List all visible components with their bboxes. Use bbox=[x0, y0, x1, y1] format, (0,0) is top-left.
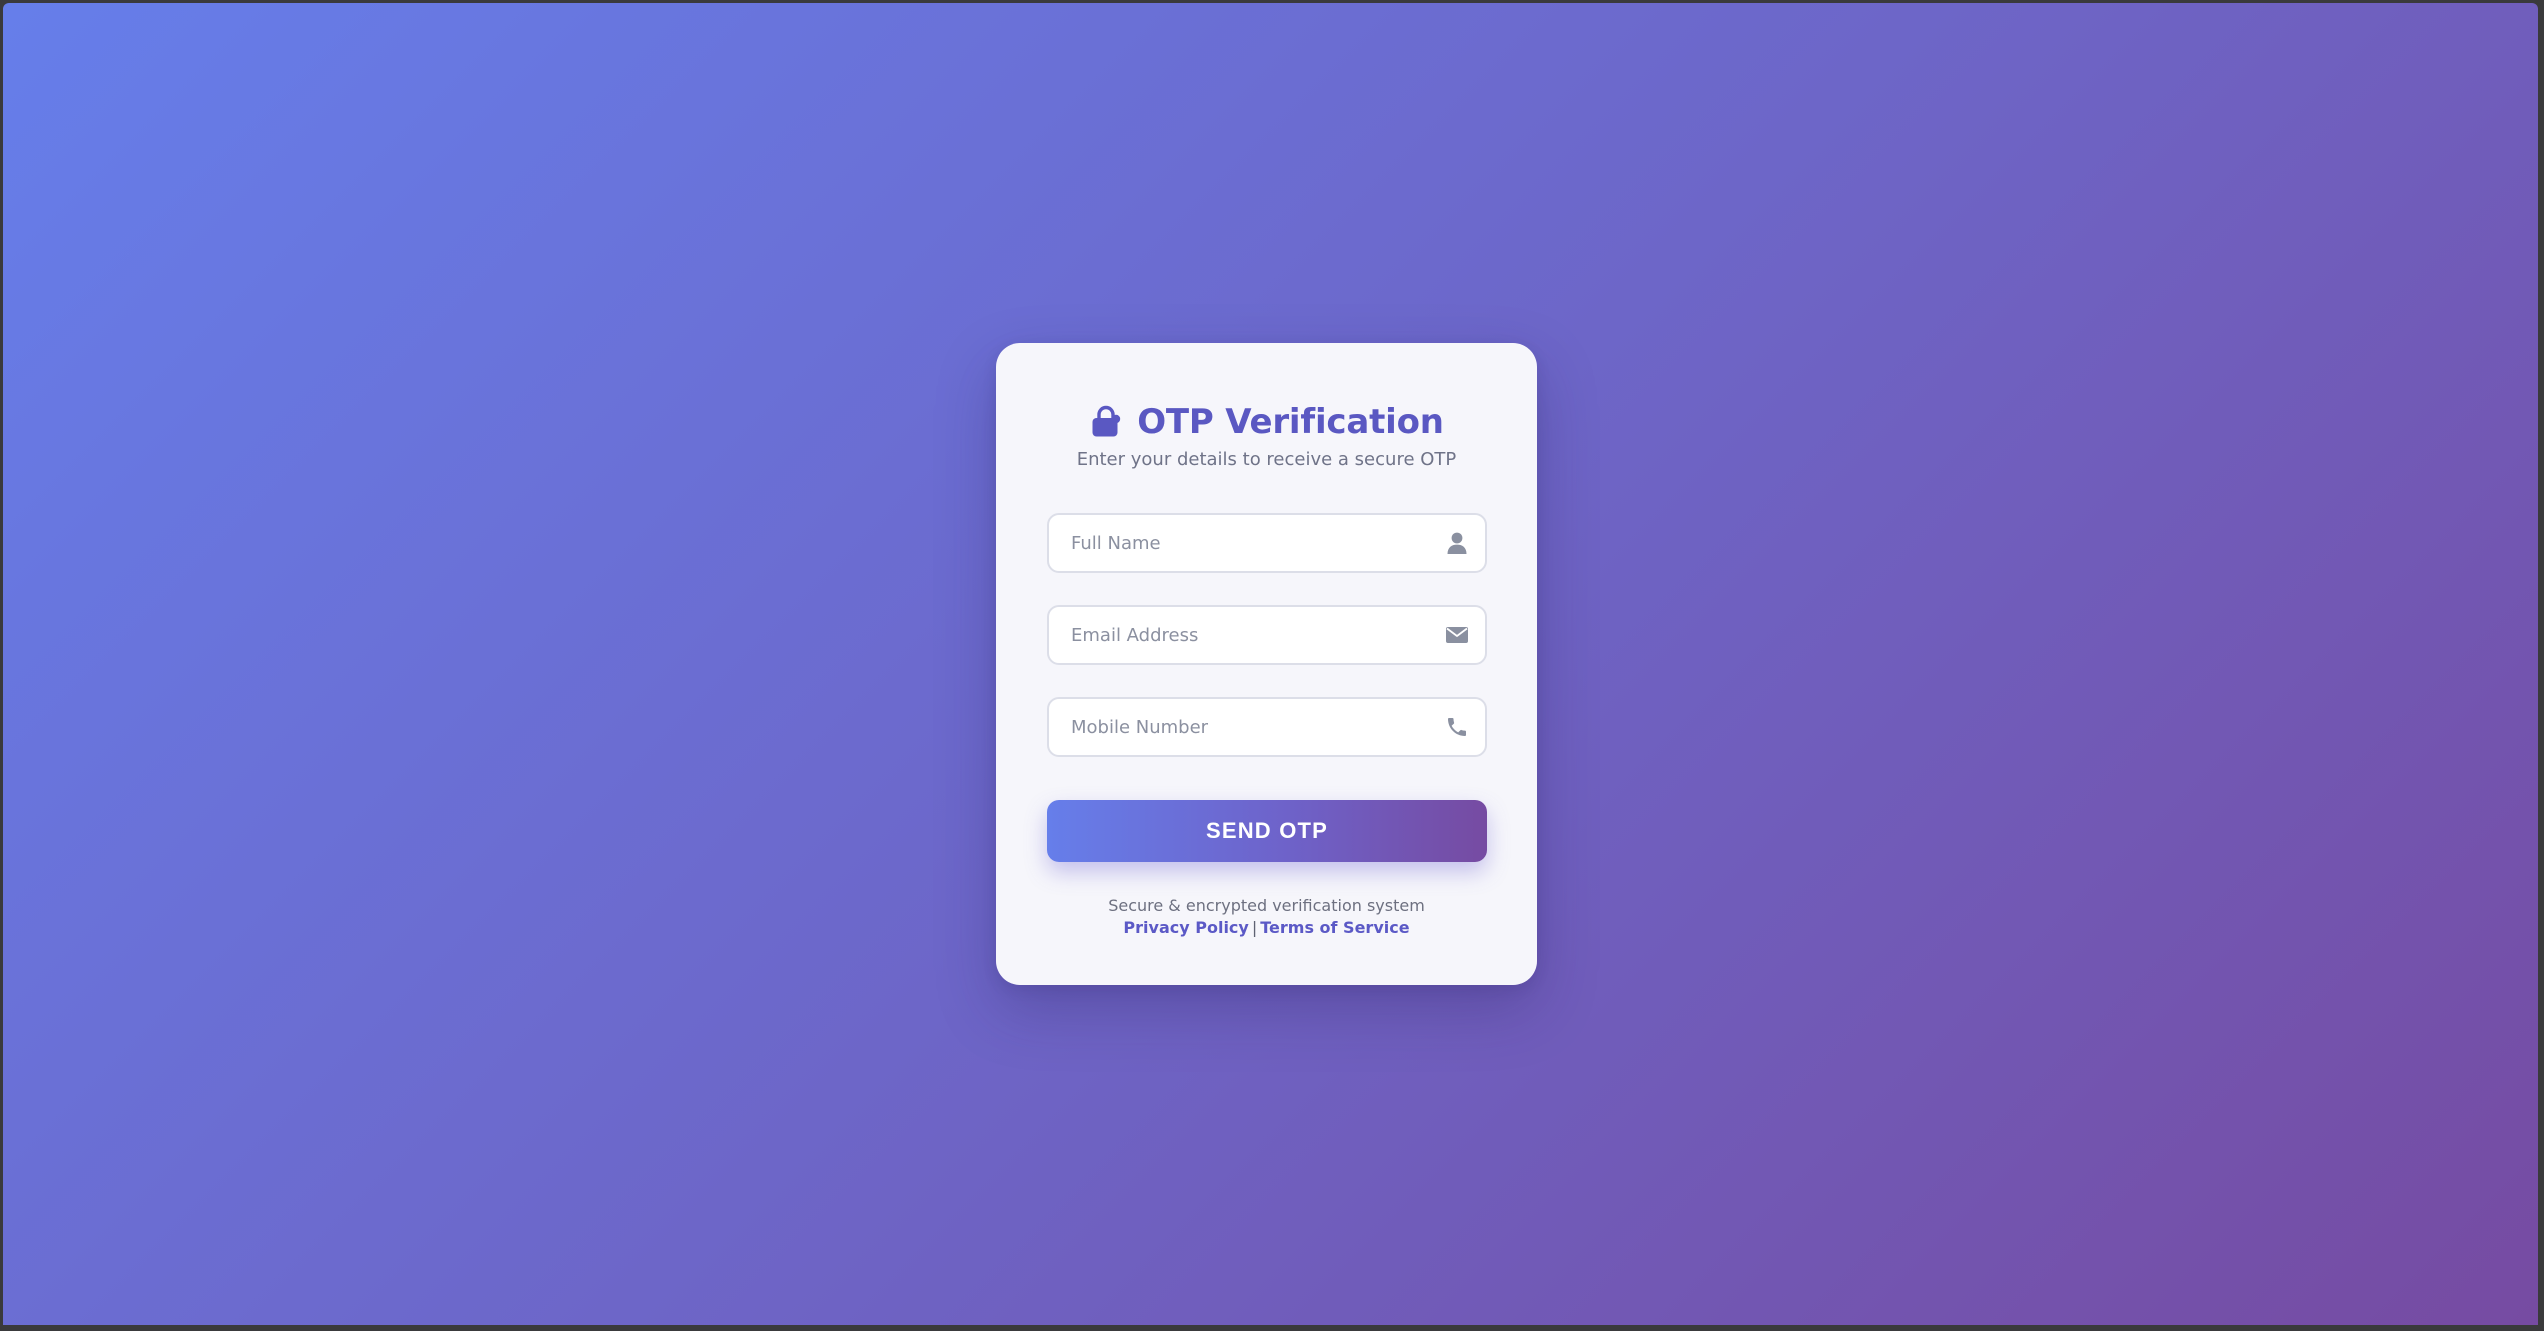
page-title: OTP Verification bbox=[1137, 402, 1444, 442]
full-name-input[interactable] bbox=[1049, 515, 1485, 571]
lock-icon bbox=[1089, 405, 1123, 439]
mobile-input[interactable] bbox=[1049, 699, 1485, 755]
security-note: Secure & encrypted verification system bbox=[1108, 896, 1425, 915]
mobile-field bbox=[1047, 697, 1487, 757]
user-icon bbox=[1445, 531, 1469, 555]
page-subtitle: Enter your details to receive a secure O… bbox=[1076, 449, 1457, 470]
card-footer: Secure & encrypted verification system P… bbox=[996, 895, 1537, 939]
terms-of-service-link[interactable]: Terms of Service bbox=[1260, 918, 1409, 937]
envelope-icon bbox=[1445, 623, 1469, 647]
link-separator: | bbox=[1251, 918, 1258, 937]
privacy-policy-link[interactable]: Privacy Policy bbox=[1123, 918, 1248, 937]
email-field bbox=[1047, 605, 1487, 665]
send-otp-button[interactable]: SEND OTP bbox=[1047, 800, 1487, 862]
otp-card: OTP Verification Enter your details to r… bbox=[996, 343, 1537, 985]
email-input[interactable] bbox=[1049, 607, 1485, 663]
footer-links: Privacy Policy | Terms of Service bbox=[996, 917, 1537, 939]
card-header: OTP Verification bbox=[996, 397, 1537, 447]
page-background: OTP Verification Enter your details to r… bbox=[3, 3, 2538, 1325]
phone-icon bbox=[1445, 715, 1469, 739]
full-name-field bbox=[1047, 513, 1487, 573]
